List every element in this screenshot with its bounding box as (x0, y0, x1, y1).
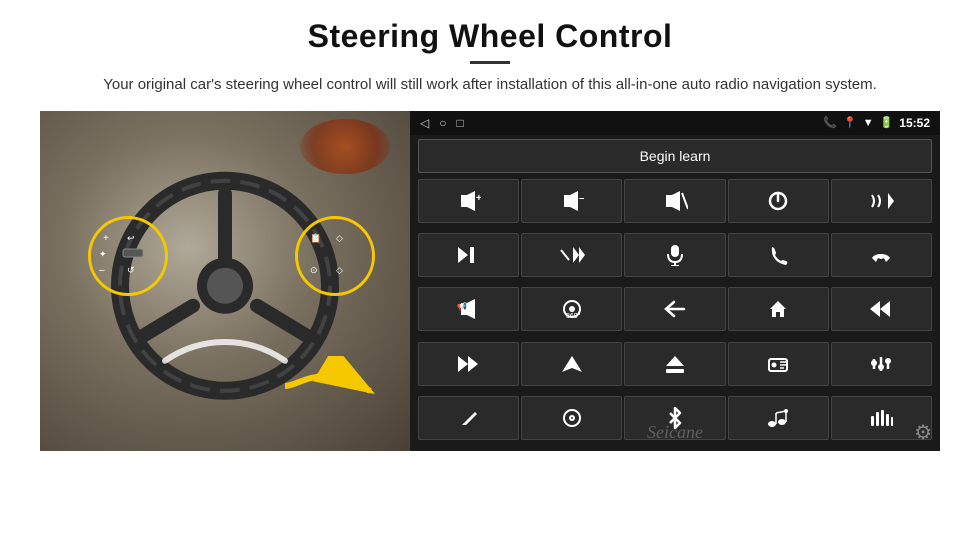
nav-icons: ◁ ○ □ (420, 116, 464, 130)
svg-text:–: – (579, 193, 584, 204)
page-wrapper: Steering Wheel Control Your original car… (0, 0, 980, 548)
right-button-circle: 📋 ◇ ⊙ ◇ (295, 216, 375, 296)
svg-text:⊙: ⊙ (310, 265, 318, 275)
vol-up-button[interactable]: + (418, 179, 519, 223)
call-prev-button[interactable] (831, 179, 932, 223)
car-background: + ✦ – ↩ ↺ 📋 ◇ ⊙ ◇ (40, 111, 410, 451)
svg-text:◇: ◇ (336, 265, 343, 275)
back-nav-icon[interactable]: ◁ (420, 116, 429, 130)
home-button[interactable] (728, 287, 829, 331)
page-title: Steering Wheel Control (40, 18, 940, 55)
360-camera-button[interactable]: 360° (521, 287, 622, 331)
bluetooth-button[interactable] (624, 396, 725, 440)
fast-forward-button[interactable] (418, 342, 519, 386)
left-button-circle: + ✦ – ↩ ↺ (88, 216, 168, 296)
menu-button[interactable] (521, 396, 622, 440)
svg-text:📋: 📋 (310, 232, 321, 243)
status-right: 📞 📍 ▼ 🔋 15:52 (823, 116, 930, 130)
svg-text:+: + (476, 193, 481, 204)
mute-button[interactable] (624, 179, 725, 223)
prev-prev-button[interactable] (831, 287, 932, 331)
wifi-icon: ▼ (863, 117, 874, 129)
svg-text:↩: ↩ (127, 233, 135, 243)
svg-text:📢: 📢 (457, 301, 467, 311)
equalizer-button[interactable] (831, 342, 932, 386)
title-divider (470, 61, 510, 64)
home-nav-icon[interactable]: ○ (439, 116, 446, 130)
location-icon: 📍 (843, 116, 857, 129)
svg-text:360°: 360° (566, 312, 581, 320)
radio-button[interactable] (728, 342, 829, 386)
next-track-button[interactable] (418, 233, 519, 277)
music-settings-button[interactable] (728, 396, 829, 440)
vol-down-button[interactable]: – (521, 179, 622, 223)
subtitle: Your original car's steering wheel contr… (80, 74, 900, 97)
settings-gear-icon[interactable]: ⚙ (914, 420, 932, 445)
control-grid: + – (410, 177, 940, 451)
car-image-section: + ✦ – ↩ ↺ 📋 ◇ ⊙ ◇ (40, 111, 410, 451)
hang-up-button[interactable] (831, 233, 932, 277)
pen-button[interactable] (418, 396, 519, 440)
phone-button[interactable] (728, 233, 829, 277)
recents-nav-icon[interactable]: □ (456, 116, 463, 130)
eject-button[interactable] (624, 342, 725, 386)
content-area: + ✦ – ↩ ↺ 📋 ◇ ⊙ ◇ (40, 111, 940, 451)
clock: 15:52 (899, 116, 930, 130)
begin-learn-button[interactable]: Begin learn (418, 139, 932, 173)
power-button[interactable] (728, 179, 829, 223)
svg-text:+: + (103, 233, 109, 244)
svg-text:✦: ✦ (99, 249, 107, 259)
phone-icon: 📞 (823, 116, 837, 129)
shuffle-button[interactable] (521, 233, 622, 277)
navigate-button[interactable] (521, 342, 622, 386)
title-section: Steering Wheel Control Your original car… (40, 18, 940, 111)
svg-text:↺: ↺ (127, 265, 135, 275)
android-screen: ◁ ○ □ 📞 📍 ▼ 🔋 15:52 Begin learn + (410, 111, 940, 451)
status-bar: ◁ ○ □ 📞 📍 ▼ 🔋 15:52 (410, 111, 940, 135)
svg-text:–: – (99, 265, 105, 276)
speaker-button[interactable]: 📢 (418, 287, 519, 331)
mic-button[interactable] (624, 233, 725, 277)
direction-arrow (280, 356, 390, 426)
battery-icon: 🔋 (880, 116, 894, 129)
svg-text:◇: ◇ (336, 233, 343, 243)
back-button[interactable] (624, 287, 725, 331)
